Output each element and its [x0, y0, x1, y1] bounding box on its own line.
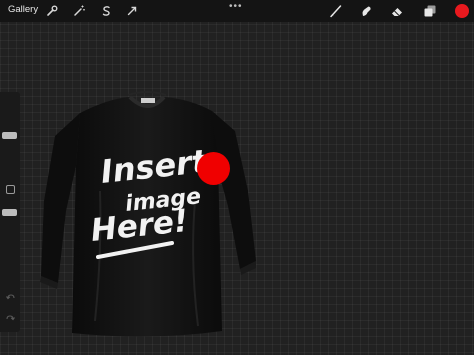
transform-arrow-icon[interactable]: [125, 4, 139, 18]
tshirt-image: Insert image Here!: [40, 91, 256, 341]
wrench-icon[interactable]: [45, 4, 59, 18]
left-sidebar: [0, 92, 20, 332]
opacity-slider[interactable]: [2, 209, 17, 216]
modify-button[interactable]: [6, 185, 15, 194]
smudge-icon[interactable]: [359, 4, 373, 18]
undo-icon[interactable]: [5, 292, 16, 303]
more-actions-button[interactable]: •••: [229, 1, 243, 12]
layers-icon[interactable]: [423, 4, 437, 18]
redo-icon[interactable]: [5, 313, 16, 324]
red-marker-dot: [197, 152, 230, 185]
top-toolbar: Gallery •••: [0, 0, 474, 22]
brush-icon[interactable]: [329, 4, 343, 18]
selection-s-icon[interactable]: [99, 4, 113, 18]
gallery-button[interactable]: Gallery: [8, 4, 38, 15]
magic-wand-icon[interactable]: [72, 4, 86, 18]
brush-size-slider[interactable]: [2, 132, 17, 139]
current-color-button[interactable]: [455, 4, 469, 18]
eraser-icon[interactable]: [390, 4, 404, 18]
